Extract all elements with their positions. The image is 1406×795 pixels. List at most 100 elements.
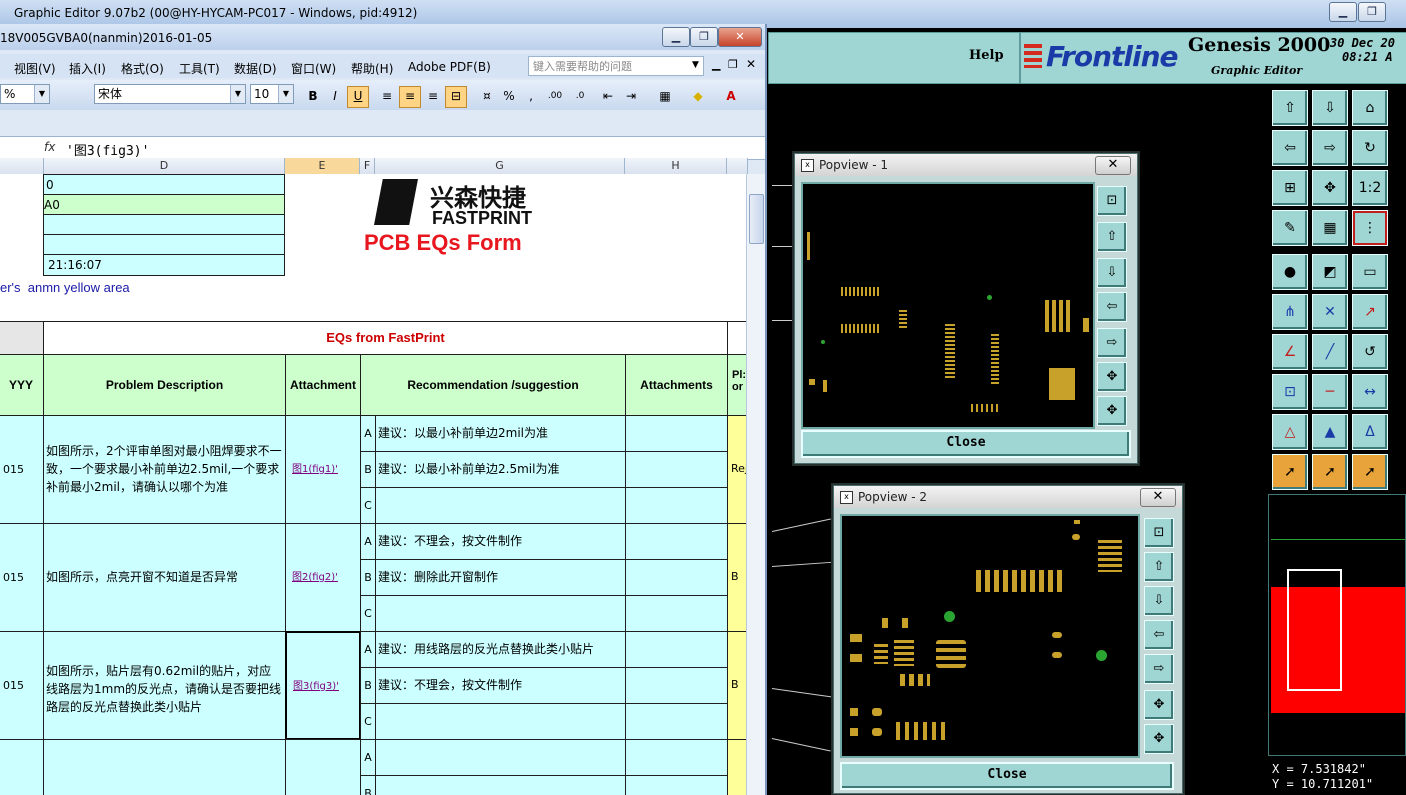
close-button[interactable]: ✕ — [718, 27, 762, 47]
option-letter[interactable]: B — [360, 775, 376, 795]
triangle-edit-icon[interactable]: ▲ — [1312, 414, 1348, 450]
attachment-link[interactable]: 图2(fig2)' — [292, 572, 338, 583]
option-text[interactable] — [375, 595, 626, 632]
attachments-cell[interactable] — [625, 559, 728, 596]
measure-line-icon[interactable]: ─ — [1312, 374, 1348, 410]
row-problem[interactable]: 如图所示，2个评审单图对最小阻焊要求不一致，一个要求最小补前单边2.5mil,一… — [43, 415, 286, 524]
move-up-icon[interactable]: ⇧ — [1272, 90, 1308, 126]
pointer-red-icon[interactable]: ➚ — [1352, 454, 1388, 490]
zoom-window-icon[interactable]: ⊡ — [1097, 186, 1127, 216]
align-left-icon[interactable]: ≡ — [376, 86, 398, 108]
option-letter[interactable]: A — [360, 631, 376, 668]
arc-icon[interactable]: ↺ — [1352, 334, 1388, 370]
move-left-icon[interactable]: ⇦ — [1097, 292, 1127, 322]
attachments-cell[interactable] — [625, 631, 728, 668]
comma-icon[interactable]: , — [520, 86, 542, 108]
popview-1-canvas[interactable] — [801, 182, 1095, 429]
header-pl[interactable]: Pl: or — [727, 354, 748, 416]
option-text[interactable]: 建议：不理会，按文件制作 — [375, 523, 626, 560]
formula-bar[interactable]: fx '图3(fig3)' — [0, 136, 765, 160]
reply-cell[interactable]: B — [727, 523, 748, 632]
row-problem[interactable]: 如图所示，贴片层有0.62mil的贴片，对应线路层为1mm的反光点，请确认是否要… — [43, 631, 286, 740]
option-text[interactable] — [375, 739, 626, 776]
row-problem[interactable] — [43, 739, 286, 795]
move-right-icon[interactable]: ⇨ — [1097, 328, 1127, 358]
search-dropdown-icon[interactable]: ▼ — [692, 60, 699, 70]
increase-indent-icon[interactable]: ⇥ — [620, 86, 642, 108]
option-letter[interactable]: C — [360, 703, 376, 740]
maximize-button[interactable]: ❐ — [1358, 2, 1386, 22]
zoom-in-icon[interactable]: ✥ — [1097, 396, 1127, 426]
column-header[interactable] — [727, 158, 748, 174]
menu-help[interactable]: 帮助(H) — [351, 60, 393, 77]
reply-cell[interactable]: Rej — [727, 415, 748, 524]
percent-icon[interactable]: % — [498, 86, 520, 108]
column-header-d[interactable]: D — [44, 158, 285, 174]
underline-icon[interactable]: U — [347, 86, 369, 108]
doc-minimize-icon[interactable]: ▁ — [712, 58, 720, 71]
close-icon[interactable]: ✕ — [1140, 488, 1176, 507]
delete-node-icon[interactable]: ✕ — [1312, 294, 1348, 330]
reply-cell[interactable] — [727, 739, 748, 795]
attachments-cell[interactable] — [625, 523, 728, 560]
section-title[interactable]: EQs from FastPrint — [43, 321, 728, 355]
zoom-window-icon[interactable]: ⊡ — [1144, 518, 1174, 548]
grid-icon[interactable]: ▦ — [1312, 210, 1348, 246]
maximize-button[interactable]: ❐ — [690, 27, 718, 47]
doc-close-icon[interactable]: ✕ — [746, 57, 756, 71]
header-attachment[interactable]: Attachment — [285, 354, 361, 416]
ruler-icon[interactable]: ▭ — [1352, 254, 1388, 290]
option-text[interactable]: 建议：用线路层的反光点替换此类小贴片 — [375, 631, 626, 668]
option-text[interactable]: 建议：以最小补前单边2mil为准 — [375, 415, 626, 452]
column-header-g[interactable]: G — [375, 158, 625, 174]
move-right-icon[interactable]: ⇨ — [1312, 130, 1348, 166]
row-date[interactable]: 015 — [0, 523, 44, 632]
font-color-icon[interactable]: A — [716, 86, 746, 108]
triangle-select-icon[interactable]: △ — [1272, 414, 1308, 450]
row-problem[interactable]: 如图所示，点亮开窗不知道是否异常 — [43, 523, 286, 632]
vertical-scrollbar[interactable] — [746, 174, 765, 795]
merge-center-icon[interactable]: ⊟ — [445, 86, 467, 108]
menu-data[interactable]: 数据(D) — [234, 60, 277, 77]
layers-icon[interactable]: ⋮ — [1352, 210, 1388, 246]
zoom-in-icon[interactable]: ✥ — [1144, 724, 1174, 754]
option-letter[interactable]: C — [360, 595, 376, 632]
column-header-f[interactable]: F — [360, 158, 375, 174]
option-letter[interactable]: C — [360, 487, 376, 524]
attachments-cell[interactable] — [625, 667, 728, 704]
attachments-cell[interactable] — [625, 739, 728, 776]
option-letter[interactable]: B — [360, 451, 376, 488]
menu-window[interactable]: 窗口(W) — [291, 60, 336, 77]
menu-adobe-pdf[interactable]: Adobe PDF(B) — [408, 60, 491, 74]
select-point-icon[interactable]: ● — [1272, 254, 1308, 290]
option-text[interactable] — [375, 775, 626, 795]
row-attachment-selected[interactable]: 图3(fig3)' — [285, 631, 361, 740]
decrease-decimal-icon[interactable]: .0 — [568, 86, 592, 108]
zoom-fit-icon[interactable]: ✥ — [1144, 690, 1174, 720]
move-down-icon[interactable]: ⇩ — [1312, 90, 1348, 126]
move-left-icon[interactable]: ⇦ — [1272, 130, 1308, 166]
font-name-select[interactable]: 宋体 ▼ — [94, 84, 246, 104]
row-date[interactable]: 015 — [0, 415, 44, 524]
menu-insert[interactable]: 插入(I) — [69, 60, 106, 77]
zoom-fit-icon[interactable]: ✥ — [1097, 362, 1127, 392]
add-node-icon[interactable]: ↗ — [1352, 294, 1388, 330]
currency-icon[interactable]: ¤ — [476, 86, 498, 108]
popview-1-titlebar[interactable]: x Popview - 1 ✕ — [795, 154, 1137, 176]
excel-titlebar[interactable]: 18V005GVBA0(nanmin)2016-01-05 ▁ ❐ ✕ — [0, 24, 765, 50]
zoom-in-icon[interactable]: ✥ — [1312, 170, 1348, 206]
info-cell[interactable] — [43, 214, 285, 235]
zoom-fit-icon[interactable]: ⊞ — [1272, 170, 1308, 206]
attachments-cell[interactable] — [625, 595, 728, 632]
option-text[interactable] — [375, 487, 626, 524]
attachments-cell[interactable] — [625, 487, 728, 524]
decrease-indent-icon[interactable]: ⇤ — [597, 86, 619, 108]
option-text[interactable] — [375, 703, 626, 740]
measure-point-icon[interactable]: ⊡ — [1272, 374, 1308, 410]
move-up-icon[interactable]: ⇧ — [1097, 222, 1127, 252]
attachments-cell[interactable] — [625, 451, 728, 488]
row-date[interactable]: 015 — [0, 631, 44, 740]
menu-tools[interactable]: 工具(T) — [179, 60, 220, 77]
borders-icon[interactable]: ▦ — [650, 86, 680, 108]
pointer-box-icon[interactable]: ➚ — [1312, 454, 1348, 490]
